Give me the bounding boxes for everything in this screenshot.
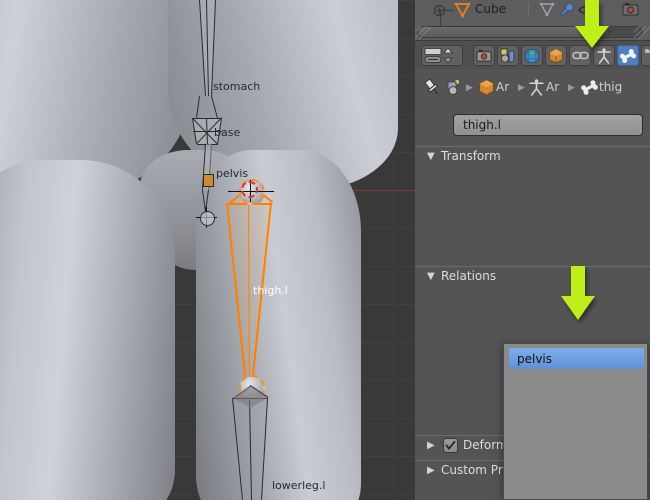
bone-edge-base [193,118,222,119]
editor-type-selector[interactable] [421,45,463,66]
relations-panel-title: Relations [441,269,497,283]
dropdown-item-pelvis[interactable]: pelvis [509,348,644,369]
chain-icon [571,51,589,60]
bone-root-ring[interactable] [200,211,215,226]
3d-cursor [241,181,258,198]
bone-tab[interactable] [617,45,639,66]
object-tab[interactable] [545,45,567,66]
scene-tab[interactable] [497,45,519,66]
chevron-down-icon: ▼ [427,151,435,162]
breadcrumb-arrow: ▶ [568,83,575,93]
armature-icon[interactable] [529,79,544,96]
bone-icon [619,48,637,63]
character-mesh-leg-right [196,150,361,500]
outliner-divider [528,2,529,17]
arrow-to-bone-tab [575,0,609,48]
relations-panel-header[interactable]: ▼ Relations [415,266,650,287]
bone-face-lowerleg-cap [233,386,268,408]
bone-label: lowerleg.l [272,479,326,492]
bone-label: base [214,126,241,139]
world-tab[interactable] [521,45,543,66]
parent-search-dropdown[interactable]: pelvis [503,343,648,500]
camera-icon[interactable] [622,2,639,17]
globe-icon [524,48,540,63]
outliner-object-name[interactable]: Cube [475,2,506,16]
camera-icon [476,49,492,62]
bone-icon[interactable] [580,80,599,95]
character-mesh-leg-left [0,160,175,500]
bone-label: thigh.l [253,284,288,297]
cube-icon [549,47,563,64]
bone-segment-marker[interactable] [203,174,214,187]
bone-label: stomach [213,80,261,93]
custom-props-panel-title: Custom Pro [441,463,510,477]
bone-label: pelvis [216,167,249,180]
breadcrumb-label-bone[interactable]: thig [599,80,622,94]
breadcrumb-label-armature[interactable]: Ar [546,80,559,94]
chevron-down-icon: ▼ [427,271,435,282]
chevron-right-icon: ▶ [427,440,435,451]
render-tab[interactable] [473,45,495,66]
breadcrumb-arrow: ▶ [466,83,473,93]
breadcrumb-label-object[interactable]: Ar [496,80,509,94]
bone-name-field[interactable]: thigh.l [453,114,643,136]
bone-constraints-tab[interactable] [641,45,650,66]
outliner-expand-icon[interactable] [433,4,446,17]
object-cube-icon[interactable] [478,79,495,96]
breadcrumb[interactable]: ▶ Ar ▶ Ar ▶ thig [415,70,650,106]
check-icon [445,440,456,450]
deform-checkbox[interactable] [443,438,458,453]
mesh-triangle-icon[interactable] [454,2,471,18]
transform-panel-title: Transform [441,149,501,163]
bone-name-value: thigh.l [463,118,502,132]
chevron-right-icon: ▶ [427,465,435,476]
breadcrumb-arrow: ▶ [518,83,525,93]
editor-type-icon [424,47,453,64]
transform-panel-header[interactable]: ▼ Transform [415,146,650,167]
dropdown-item-label: pelvis [517,351,553,366]
properties-tab-bar[interactable] [415,40,650,69]
object-data-icon[interactable] [446,79,464,96]
arrow-to-parent-field [561,266,595,320]
pin-icon[interactable] [423,78,442,97]
deform-panel-title: Deform [463,438,508,452]
bone-constraint-icon [645,48,650,53]
scene-icon [500,48,515,63]
3d-viewport[interactable]: stomach base pelvis thigh.l lowerleg.l [0,0,415,500]
mesh-data-icon[interactable] [539,2,555,17]
